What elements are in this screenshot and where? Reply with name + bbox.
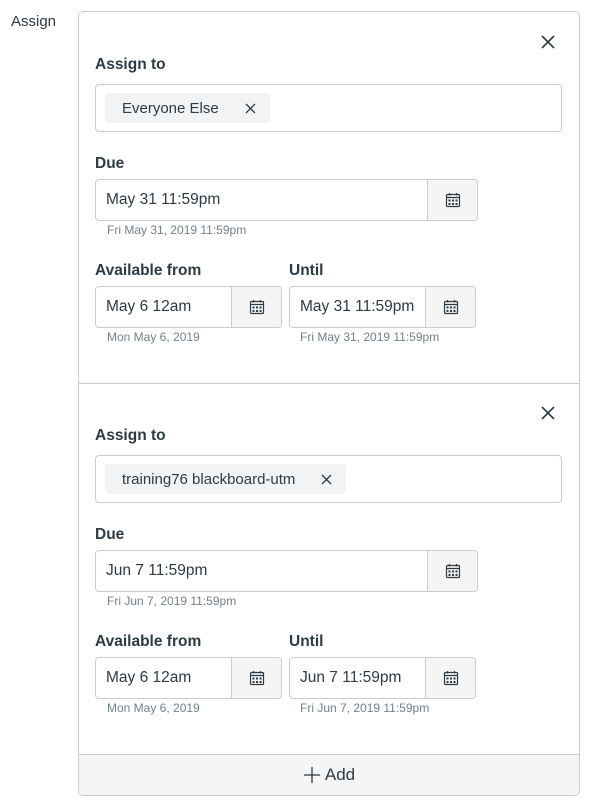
until-field: [289, 657, 476, 699]
until-picker-button[interactable]: [425, 287, 475, 327]
assignee-name: training76 blackboard-utm: [122, 470, 296, 488]
due-date-picker-button[interactable]: [427, 180, 477, 220]
due-date-field: [95, 179, 478, 221]
assignee-chip: training76 blackboard-utm: [105, 464, 347, 494]
calendar-icon: [443, 671, 458, 686]
available-from-picker-button[interactable]: [231, 658, 281, 698]
until-field: [289, 286, 476, 328]
assign-to-label: Assign to: [95, 427, 166, 444]
available-from-input[interactable]: [96, 287, 231, 327]
add-override-button[interactable]: Add: [79, 754, 579, 795]
until-picker-button[interactable]: [425, 658, 475, 698]
remove-override-button[interactable]: [539, 33, 557, 51]
assign-to-label: Assign to: [95, 56, 166, 73]
available-from-hint: Mon May 6, 2019: [107, 701, 200, 715]
available-from-picker-button[interactable]: [231, 287, 281, 327]
until-hint: Fri May 31, 2019 11:59pm: [300, 330, 440, 344]
assign-to-input[interactable]: training76 blackboard-utm: [95, 455, 562, 503]
due-label: Due: [95, 155, 125, 172]
calendar-icon: [445, 564, 460, 579]
plus-icon: [303, 766, 321, 784]
close-icon: [245, 103, 256, 113]
assignment-override-1: Assign to Everyone Else Due Fri May 31, …: [79, 12, 579, 382]
close-icon: [541, 35, 555, 49]
calendar-icon: [249, 671, 264, 686]
close-icon: [541, 406, 555, 420]
available-from-field: [95, 657, 282, 699]
until-input[interactable]: [290, 287, 425, 327]
remove-assignee-button[interactable]: [245, 103, 256, 114]
add-button-label: Add: [324, 765, 356, 784]
due-date-hint: Fri Jun 7, 2019 11:59pm: [107, 594, 237, 608]
due-date-hint: Fri May 31, 2019 11:59pm: [107, 223, 247, 237]
close-icon: [321, 474, 332, 484]
available-from-field: [95, 286, 282, 328]
until-label: Until: [289, 633, 324, 650]
assign-card: Assign to Everyone Else Due Fri May 31, …: [78, 11, 580, 796]
due-date-picker-button[interactable]: [427, 551, 477, 591]
assignee-chip: Everyone Else: [105, 93, 270, 123]
due-date-input[interactable]: [96, 180, 427, 220]
remove-assignee-button[interactable]: [321, 474, 332, 485]
available-from-label: Available from: [95, 262, 202, 279]
due-label: Due: [95, 526, 125, 543]
remove-override-button[interactable]: [539, 404, 557, 422]
available-from-hint: Mon May 6, 2019: [107, 330, 200, 344]
due-date-input[interactable]: [96, 551, 427, 591]
assign-to-input[interactable]: Everyone Else: [95, 84, 562, 132]
assignment-override-2: Assign to training76 blackboard-utm Due …: [79, 383, 579, 754]
available-from-label: Available from: [95, 633, 202, 650]
until-input[interactable]: [290, 658, 425, 698]
until-label: Until: [289, 262, 324, 279]
assign-section-label: Assign: [11, 13, 57, 30]
calendar-icon: [443, 300, 458, 315]
due-date-field: [95, 550, 478, 592]
until-hint: Fri Jun 7, 2019 11:59pm: [300, 701, 430, 715]
available-from-input[interactable]: [96, 658, 231, 698]
assignee-name: Everyone Else: [122, 99, 219, 117]
calendar-icon: [249, 300, 264, 315]
calendar-icon: [445, 193, 460, 208]
